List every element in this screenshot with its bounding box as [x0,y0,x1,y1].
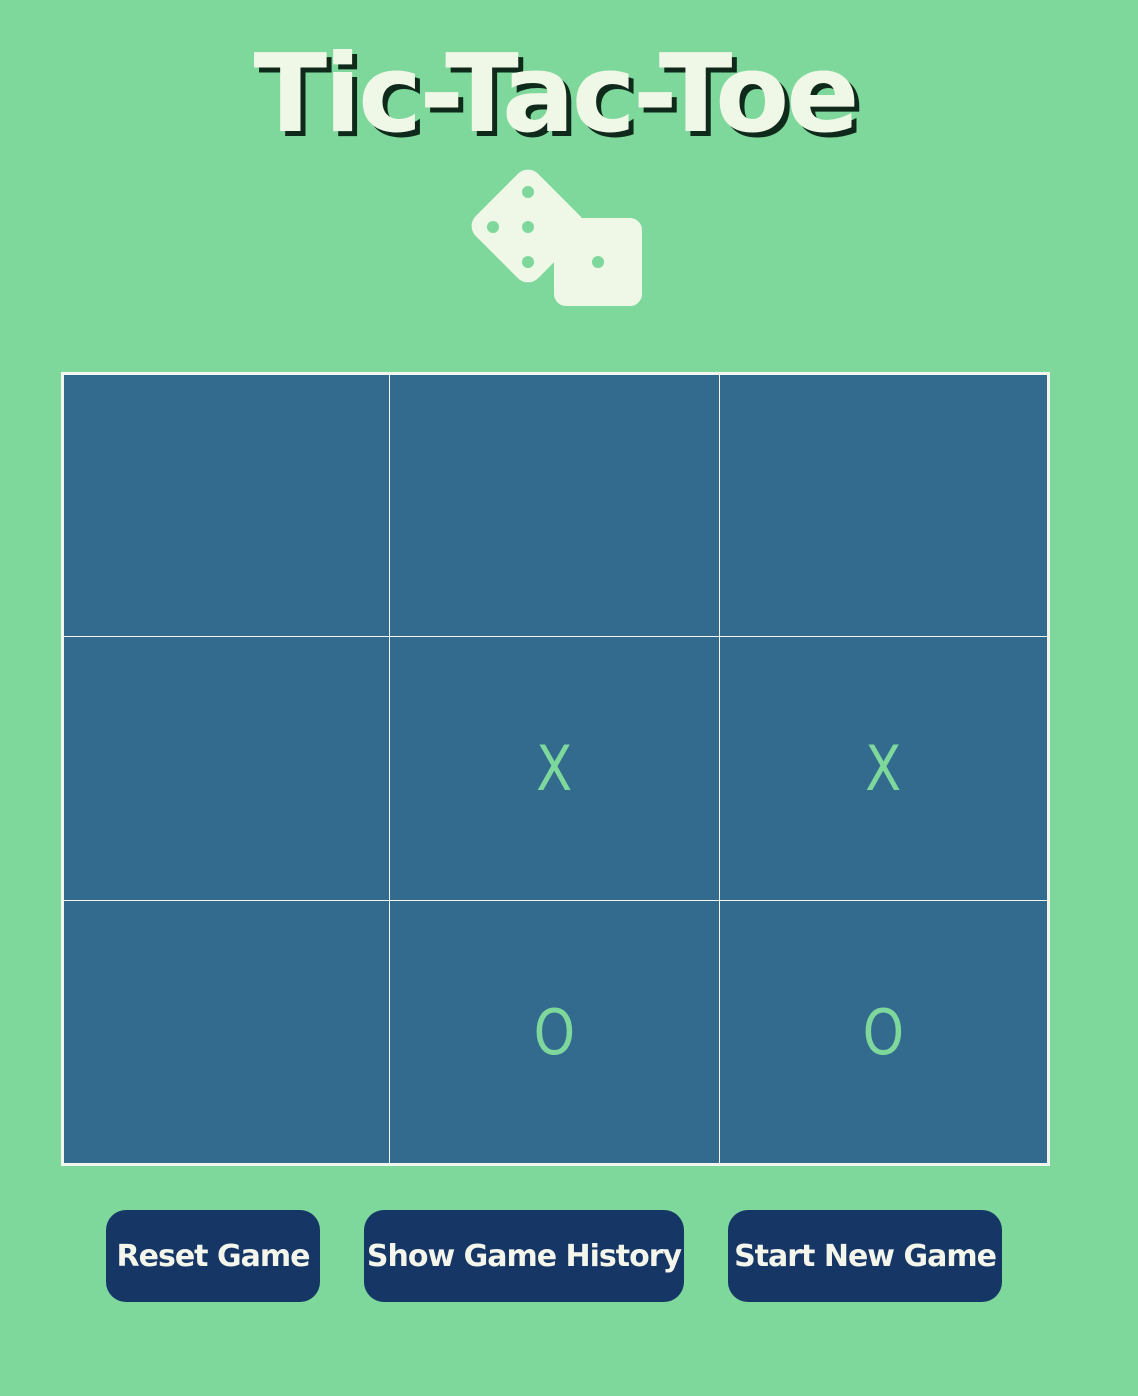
board-cell-1[interactable] [63,374,390,637]
show-game-history-label: Show Game History [366,1238,682,1274]
board-cell-2[interactable] [389,374,720,637]
page-title: Tic-Tac-Toe [253,32,859,157]
reset-game-label: Reset Game [116,1238,311,1274]
board-cell-5[interactable]: X [389,636,720,901]
reset-game-button[interactable]: Reset Game [106,1210,320,1302]
board-cell-4[interactable] [63,636,390,901]
game-board: X X O O [61,372,1050,1166]
start-new-game-label: Start New Game [734,1238,997,1274]
board-cell-7[interactable] [63,900,390,1164]
cell-mark: O [533,995,576,1069]
board-cell-8[interactable]: O [389,900,720,1164]
board-cell-6[interactable]: X [719,636,1048,901]
board-cell-9[interactable]: O [719,900,1048,1164]
show-game-history-button[interactable]: Show Game History [364,1210,684,1302]
board-cell-3[interactable] [719,374,1048,637]
cell-mark: O [862,995,905,1069]
start-new-game-button[interactable]: Start New Game [728,1210,1002,1302]
cell-mark: X [536,732,573,805]
cell-mark: X [865,732,902,805]
dice-icon [471,169,642,306]
